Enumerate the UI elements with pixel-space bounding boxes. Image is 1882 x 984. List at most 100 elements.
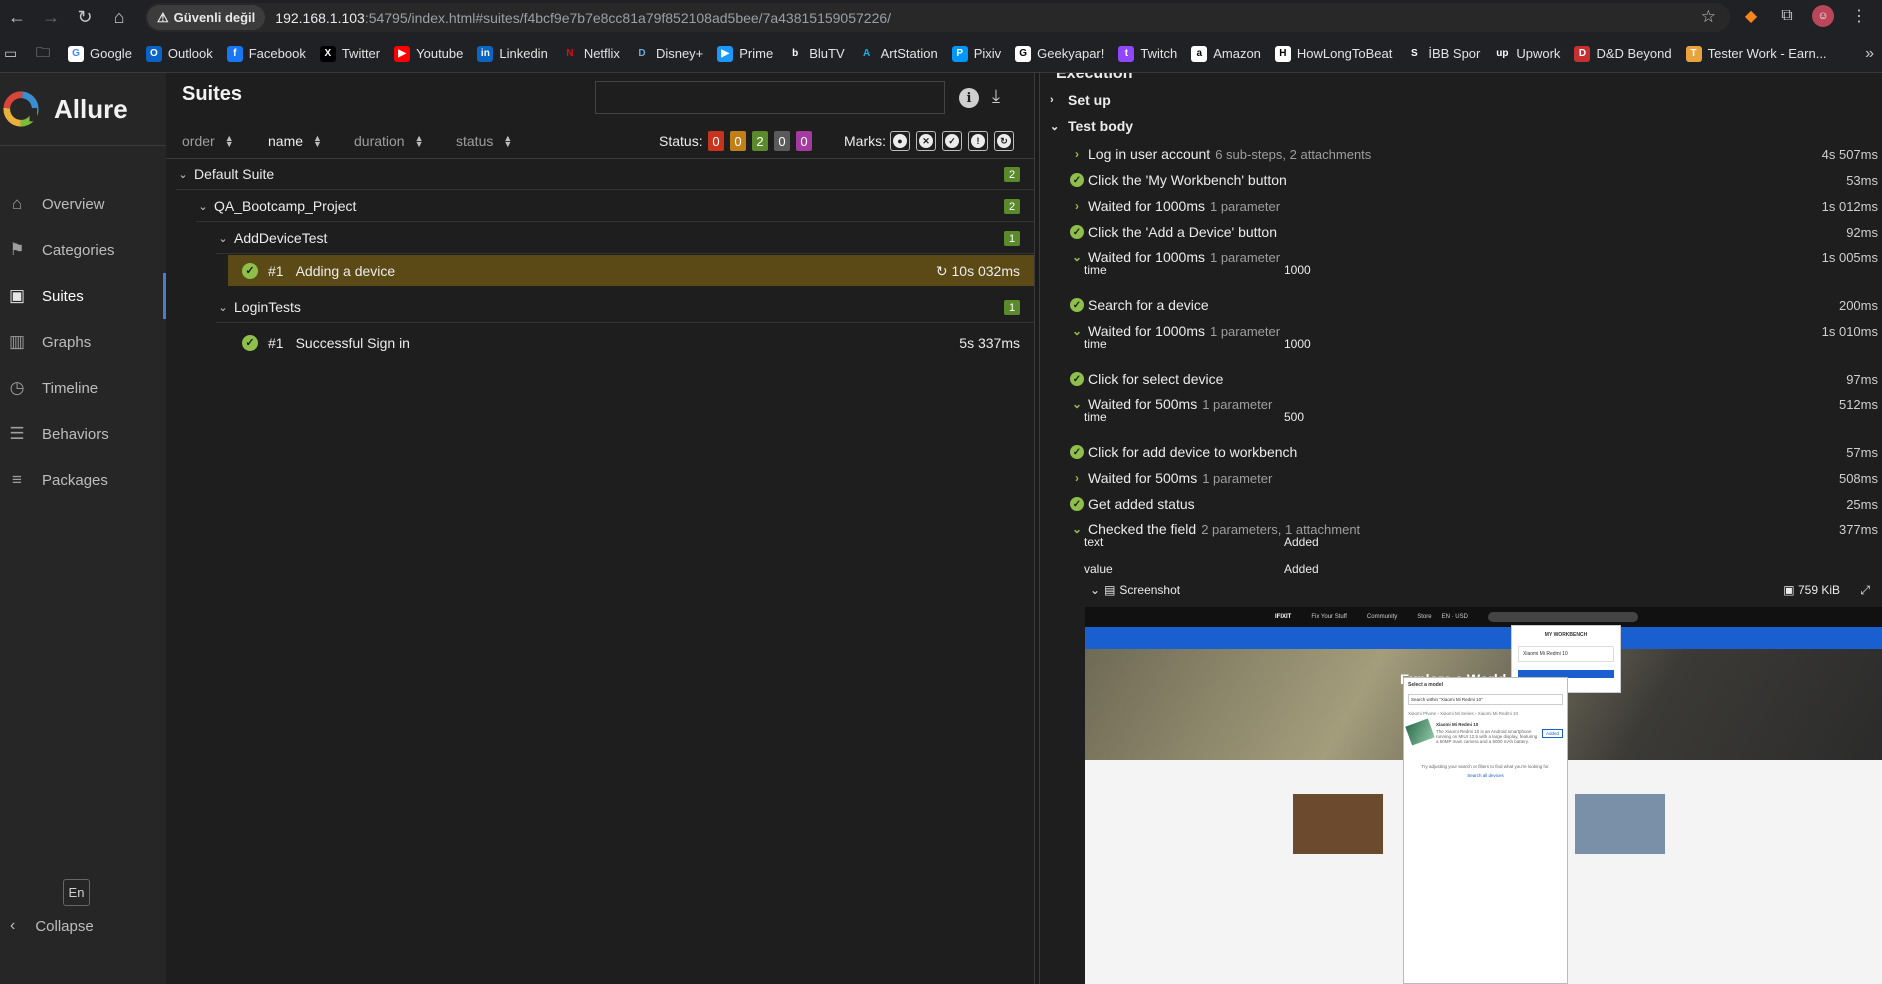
sort-order[interactable]: order ▲ ▼: [182, 133, 234, 149]
sidebar-item-label: Overview: [42, 195, 105, 213]
bookmark-item[interactable]: H HowLongToBeat: [1274, 45, 1392, 62]
download-icon[interactable]: ⤓: [992, 86, 1000, 107]
expand-icon[interactable]: ⤢: [1860, 583, 1870, 598]
bookmark-item[interactable]: G Geekyapar!: [1015, 45, 1104, 62]
execution-step[interactable]: ⌄ Waited for 500ms 1 parameter 512ms: [1070, 391, 1882, 417]
tree-group-project[interactable]: ⌄ QA_Bootcamp_Project 2: [196, 191, 1034, 222]
bookmark-item[interactable]: X Twitter: [319, 45, 380, 62]
apps-folder-icon[interactable]: ▭: [4, 45, 26, 62]
status-skipped-toggle[interactable]: 0: [774, 131, 790, 151]
bookmark-item[interactable]: ▶ Youtube: [394, 45, 463, 62]
sidebar-item-behaviors[interactable]: ☰ Behaviors: [0, 411, 166, 457]
security-chip[interactable]: ⚠ Güvenli değil: [147, 5, 266, 30]
bookmark-item[interactable]: D Disney+: [633, 45, 703, 62]
sidebar-item-graphs[interactable]: ▥ Graphs: [0, 319, 166, 365]
preview-logo: IFIXIT: [1275, 614, 1292, 620]
menu-kebab-icon[interactable]: ⋮: [1848, 5, 1870, 27]
url-text[interactable]: 192.168.1.103:54795/index.html#suites/f4…: [275, 10, 891, 26]
extensions-puzzle-icon[interactable]: ⧉: [1776, 5, 1798, 27]
bookmark-item[interactable]: P Pixiv: [951, 45, 1001, 62]
bookmark-label: Facebook: [248, 46, 306, 61]
execution-step[interactable]: › Waited for 1000ms 1 parameter 1s 012ms: [1070, 193, 1882, 219]
step-substeps: 1 parameter: [1209, 323, 1281, 339]
param-value: 500: [1284, 410, 1305, 424]
execution-step[interactable]: ⌄ Checked the field 2 parameters, 1 attach…: [1070, 516, 1882, 542]
info-icon[interactable]: i: [959, 88, 979, 108]
language-button[interactable]: En: [63, 879, 90, 906]
bookmark-item[interactable]: t Twitch: [1118, 45, 1177, 62]
execution-step[interactable]: ✓ Search for a device 200ms: [1070, 292, 1882, 318]
bookmark-item[interactable]: O Outlook: [145, 45, 213, 62]
step-duration: 97ms: [1846, 371, 1878, 387]
execution-step[interactable]: ✓ Get added status 25ms: [1070, 491, 1882, 517]
bookmark-item[interactable]: A ArtStation: [858, 45, 938, 62]
mark-new-broken-toggle[interactable]: !: [968, 131, 988, 151]
execution-step[interactable]: ⌄ Waited for 1000ms 1 parameter 1s 005ms: [1070, 244, 1882, 270]
bookmark-item[interactable]: N Netflix: [561, 45, 620, 62]
address-bar[interactable]: ⚠ Güvenli değil 192.168.1.103:54795/inde…: [145, 3, 1730, 32]
mark-new-failed-toggle[interactable]: ✕: [916, 131, 936, 151]
profile-avatar-icon[interactable]: ☺: [1812, 5, 1834, 27]
execution-step[interactable]: ✓ Click the 'Add a Device' button 92ms: [1070, 219, 1882, 245]
bookmark-item[interactable]: b BluTV: [787, 45, 845, 62]
test-row-successful-sign-in[interactable]: ✓ #1 Successful Sign in 5s 337ms: [228, 327, 1034, 358]
bookmarks-overflow-icon[interactable]: »: [1865, 45, 1874, 63]
execution-step[interactable]: › Log in user account 6 sub-steps, 2 attac…: [1070, 141, 1882, 167]
bookmark-item[interactable]: ▶ Prime: [717, 45, 773, 62]
sidebar-item-packages[interactable]: ≡ Packages: [0, 457, 166, 503]
status-failed-toggle[interactable]: 0: [708, 131, 724, 151]
forward-icon[interactable]: →: [34, 3, 68, 33]
status-broken-toggle[interactable]: 0: [730, 131, 746, 151]
tree-group-login-tests[interactable]: ⌄ LoginTests 1: [216, 292, 1034, 323]
metamask-extension-icon[interactable]: ◆: [1740, 5, 1762, 27]
bookmark-star-icon[interactable]: ☆: [1701, 7, 1716, 27]
sidebar-item-suites[interactable]: ▣ Suites: [0, 273, 166, 319]
bookmark-item[interactable]: S İBB Spor: [1406, 45, 1480, 62]
tree-group-add-device-test[interactable]: ⌄ AddDeviceTest 1: [216, 223, 1034, 254]
brand[interactable]: Allure: [0, 73, 166, 146]
bookmark-item[interactable]: up Upwork: [1494, 45, 1560, 62]
bookmark-favicon-icon: O: [145, 45, 162, 62]
sidebar-item-timeline[interactable]: ◷ Timeline: [0, 365, 166, 411]
bookmark-item[interactable]: in Linkedin: [477, 45, 548, 62]
param-row: text Added: [1084, 535, 1319, 549]
preview-modal-title: Select a model: [1408, 682, 1444, 688]
brand-name: Allure: [54, 93, 128, 124]
execution-step[interactable]: ✓ Click for add device to workbench 57ms: [1070, 439, 1882, 465]
bookmark-item[interactable]: G Google: [68, 45, 132, 62]
execution-step[interactable]: ⌄ Waited for 1000ms 1 parameter 1s 010ms: [1070, 318, 1882, 344]
preview-select-model-modal: Select a model Search within "Xiaomi Mi …: [1403, 677, 1568, 984]
test-body-section-toggle[interactable]: ⌄ Test body: [1050, 118, 1133, 134]
tree-group-default-suite[interactable]: ⌄ Default Suite 2: [176, 159, 1034, 190]
execution-step[interactable]: › Waited for 500ms 1 parameter 508ms: [1070, 465, 1882, 491]
status-unknown-toggle[interactable]: 0: [796, 131, 812, 151]
bookmark-item[interactable]: T Tester Work - Earn...: [1685, 45, 1827, 62]
sort-status[interactable]: status ▲ ▼: [456, 133, 512, 149]
warning-icon: ⚠: [157, 9, 169, 25]
execution-step[interactable]: ✓ Click for select device 97ms: [1070, 366, 1882, 392]
sort-name[interactable]: name ▲ ▼: [268, 133, 322, 149]
home-icon[interactable]: ⌂: [102, 3, 136, 33]
attachment-name: Screenshot: [1119, 583, 1181, 597]
status-passed-toggle[interactable]: 2: [752, 131, 768, 151]
mark-flaky-toggle[interactable]: ●: [890, 131, 910, 151]
screenshot-preview[interactable]: IFIXIT Fix Your Stuff Community Store EN…: [1085, 607, 1882, 984]
setup-section-toggle[interactable]: › Set up: [1050, 92, 1111, 108]
attachment-row[interactable]: ⌄ ▤ Screenshot ▣ 759 KiB ⤢: [1090, 580, 1880, 600]
param-value: 1000: [1284, 263, 1311, 277]
bookmark-item[interactable]: a Amazon: [1191, 45, 1261, 62]
bookmark-item[interactable]: D D&D Beyond: [1574, 45, 1672, 62]
reload-icon[interactable]: ↻: [68, 3, 102, 33]
bookmark-item[interactable]: f Facebook: [226, 45, 306, 62]
mark-new-passed-toggle[interactable]: ✓: [942, 131, 962, 151]
sidebar-item-overview[interactable]: ⌂ Overview: [0, 181, 166, 227]
search-input[interactable]: [595, 81, 945, 114]
folder-icon[interactable]: 🗀: [36, 44, 58, 62]
mark-retries-toggle[interactable]: ↻: [994, 131, 1014, 151]
test-row-adding-a-device[interactable]: ✓ #1 Adding a device ↻ 10s 032ms: [228, 255, 1034, 286]
execution-step[interactable]: ✓ Click the 'My Workbench' button 53ms: [1070, 167, 1882, 193]
sidebar-item-categories[interactable]: ⚑ Categories: [0, 227, 166, 273]
collapse-button[interactable]: ‹ Collapse: [0, 906, 166, 946]
sort-duration[interactable]: duration ▲ ▼: [354, 133, 424, 149]
back-icon[interactable]: ←: [0, 3, 34, 33]
